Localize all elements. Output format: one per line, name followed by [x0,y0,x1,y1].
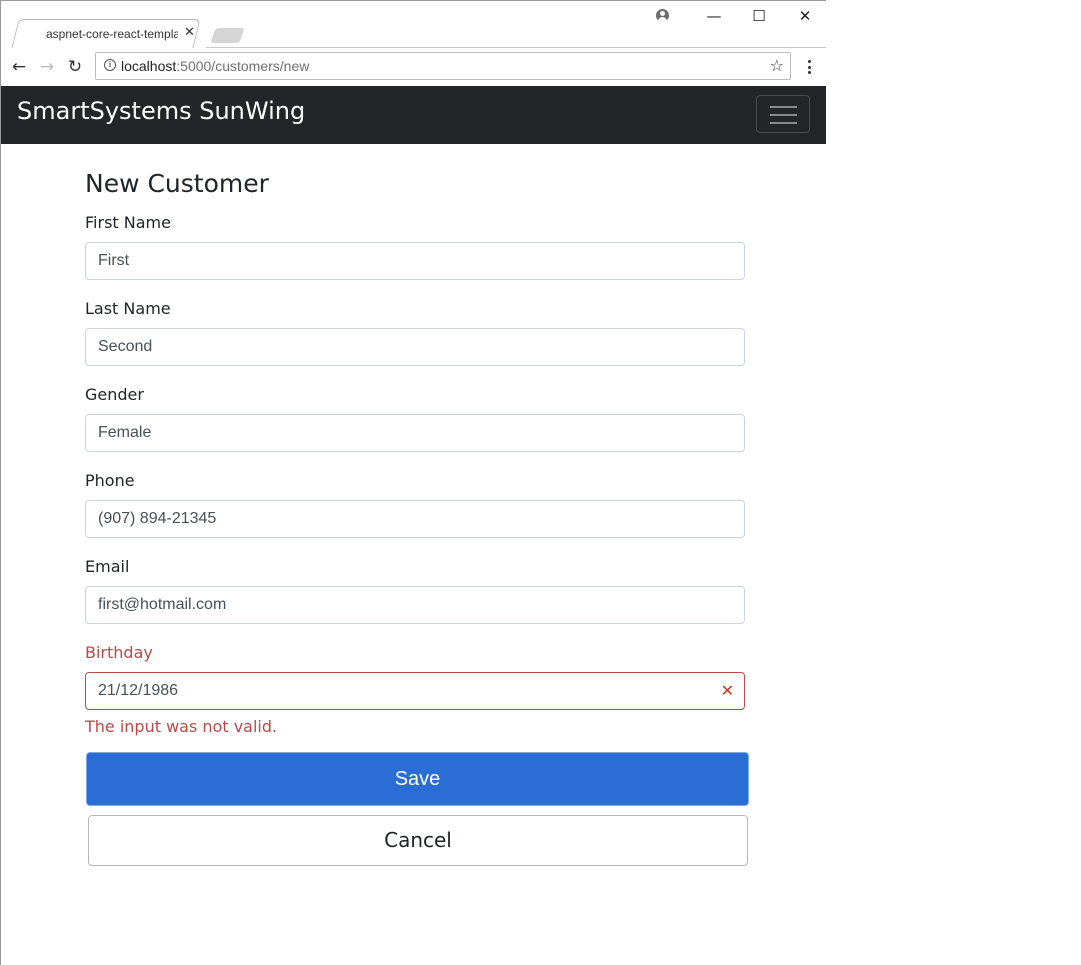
last-name-input[interactable]: Second [85,328,745,366]
browser-toolbar: ← → ↻ i localhost:5000/customers/new ☆ [1,48,826,86]
phone-label: Phone [85,471,135,490]
cancel-button[interactable]: Cancel [88,815,748,866]
first-name-input[interactable]: First [85,242,745,280]
gender-label: Gender [85,385,144,404]
phone-input[interactable]: (907) 894-21345 [85,500,745,538]
profile-icon[interactable] [656,9,669,22]
close-icon[interactable]: ✕ [721,673,734,709]
url-path: :5000/customers/new [176,58,310,74]
forward-arrow-icon[interactable]: → [37,57,57,77]
menu-icon[interactable] [801,58,817,76]
url-text[interactable]: localhost:5000/customers/new [121,58,309,74]
new-tab-button[interactable] [210,28,245,43]
tab-close-icon[interactable]: ✕ [184,25,195,40]
page-title: New Customer [85,169,269,198]
tab-title[interactable]: aspnet-core-react-template [46,27,178,41]
star-icon[interactable]: ☆ [770,56,784,75]
address-bar[interactable]: i localhost:5000/customers/new ☆ [95,52,791,80]
hamburger-icon[interactable] [756,95,810,133]
birthday-input[interactable]: 21/12/1986 ✕ [85,672,745,710]
back-arrow-icon[interactable]: ← [9,57,29,77]
birthday-label: Birthday [85,643,153,662]
navbar-brand[interactable]: SmartSystems SunWing [17,97,305,125]
info-icon[interactable]: i [104,59,116,71]
save-button[interactable]: Save [86,752,749,806]
gender-input[interactable]: Female [85,414,745,452]
url-host: localhost [121,58,177,74]
browser-window: aspnet-core-react-template ✕ — ☐ ✕ ← → ↻… [0,0,826,965]
reload-icon[interactable]: ↻ [65,57,85,77]
email-label: Email [85,557,130,576]
email-input[interactable]: first@hotmail.com [85,586,745,624]
tab-strip: aspnet-core-react-template ✕ — ☐ ✕ [1,1,826,48]
minimize-button[interactable]: — [699,6,729,26]
first-name-label: First Name [85,213,171,232]
birthday-error-message: The input was not valid. [85,717,278,736]
maximize-button[interactable]: ☐ [744,6,774,26]
last-name-label: Last Name [85,299,171,318]
window-close-button[interactable]: ✕ [790,6,820,26]
birthday-value: 21/12/1986 [98,682,179,699]
app-navbar: SmartSystems SunWing [1,86,826,144]
